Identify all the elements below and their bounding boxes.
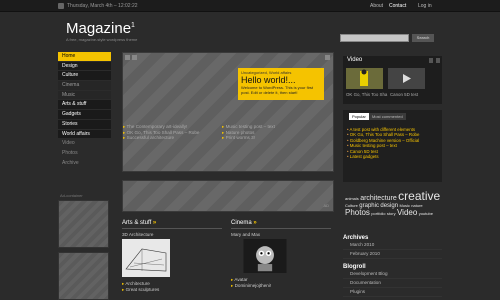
nav-item-gadgets[interactable]: Gadgets bbox=[58, 110, 111, 120]
blogroll-link[interactable]: Documentation bbox=[343, 279, 442, 288]
tag-link[interactable]: architecture bbox=[360, 195, 397, 202]
tag-link[interactable]: story bbox=[387, 211, 396, 216]
tag-link[interactable]: design bbox=[380, 203, 398, 209]
tag-link[interactable]: Music bbox=[399, 203, 409, 208]
recent-links-left: ▸ The Contemporary art-ideally! ▸ OK Go,… bbox=[123, 124, 199, 141]
nav-item-world-affairs[interactable]: World affairs bbox=[58, 129, 111, 140]
prev-arrow-icon[interactable] bbox=[429, 58, 433, 63]
section-title[interactable]: Arts & stuff » bbox=[122, 220, 222, 229]
video-caption[interactable]: Canon 5D test bbox=[390, 92, 418, 97]
recent-links-right: ▸ Music testing post – text ▸ Nature pho… bbox=[222, 124, 275, 141]
featured-post-card[interactable]: Uncategorized, World affairs Hello world… bbox=[238, 68, 324, 100]
blogroll-widget: Blogroll Development Blog Documentation … bbox=[343, 264, 442, 297]
blogroll-link[interactable]: Plugins bbox=[343, 288, 442, 297]
tag-link[interactable]: creative bbox=[398, 189, 440, 203]
search-input[interactable] bbox=[340, 34, 409, 42]
nav-item-culture[interactable]: Culture bbox=[58, 71, 111, 82]
archives-widget: Archives March 2010 February 2010 bbox=[343, 235, 442, 259]
tag-link[interactable]: Culture bbox=[345, 203, 358, 208]
section-list: ▸ Avatar ▸ Dominimejojtheni! bbox=[231, 277, 331, 288]
top-bar: Thursday, March 4th – 12:02:22 About Con… bbox=[0, 0, 500, 12]
tag-link[interactable]: Photos bbox=[345, 208, 370, 217]
next-arrow-icon[interactable] bbox=[436, 58, 440, 63]
section-post-title[interactable]: 3D Architecture bbox=[122, 232, 222, 237]
list-item[interactable]: ▸ Dominimejojtheni! bbox=[231, 283, 331, 289]
ad-label: Ad-container bbox=[60, 193, 83, 198]
post-excerpt: Welcome to WordPress. This is your first… bbox=[241, 85, 314, 95]
section-list: ▸ Architecture ▸ Great sculptures bbox=[122, 281, 222, 292]
video-caption[interactable]: OK Go, This Too Sha bbox=[346, 92, 387, 97]
post-title[interactable]: Hello world!... bbox=[241, 75, 321, 85]
section-cinema: Cinema » Mary and Max ▸ Avatar ▸ Dominim… bbox=[231, 220, 331, 288]
video-widget-title: Video bbox=[347, 57, 363, 63]
slider-thumb[interactable] bbox=[125, 55, 130, 60]
slider-next[interactable] bbox=[325, 55, 330, 60]
tag-link[interactable]: youtube bbox=[419, 211, 433, 216]
nav-item-cinema[interactable]: Cinema bbox=[58, 81, 111, 91]
site-title[interactable]: Magazine1 bbox=[66, 20, 135, 37]
section-title[interactable]: Cinema » bbox=[231, 220, 331, 229]
nav-item-arts[interactable]: Arts & stuff bbox=[58, 100, 111, 111]
date-time: Thursday, March 4th – 12:02:22 bbox=[67, 3, 138, 9]
archive-link[interactable]: March 2010 bbox=[343, 241, 442, 250]
topnav-login[interactable]: Log in bbox=[418, 3, 432, 9]
tab-popular[interactable]: Popular bbox=[349, 113, 369, 120]
tag-cloud: animals architecture creative Culture gr… bbox=[345, 190, 443, 228]
list-item[interactable]: ▸ Great sculptures bbox=[122, 287, 222, 293]
video-thumbnail[interactable] bbox=[388, 68, 425, 89]
slider-thumb[interactable] bbox=[132, 55, 137, 60]
ad-banner[interactable] bbox=[58, 252, 109, 300]
ad-strip[interactable]: AD bbox=[122, 180, 334, 212]
ad-banner[interactable] bbox=[58, 200, 109, 248]
architecture-drawing[interactable] bbox=[122, 239, 170, 277]
section-arts: Arts & stuff » 3D Architecture ▸ Archite… bbox=[122, 220, 222, 292]
nav-item-music[interactable]: Music bbox=[58, 90, 111, 101]
tag-link[interactable]: Video bbox=[397, 208, 417, 217]
section-post-title[interactable]: Mary and Max bbox=[231, 232, 331, 237]
nav-item-video[interactable]: Video bbox=[58, 139, 111, 149]
ad-strip-label: AD bbox=[323, 203, 329, 208]
archive-link[interactable]: February 2010 bbox=[343, 250, 442, 259]
tag-link[interactable]: portfolio bbox=[371, 211, 385, 216]
list-item[interactable]: • Latest gadgets bbox=[347, 154, 419, 159]
site-tagline: A free, magazine-style wordpress theme bbox=[66, 37, 138, 42]
nav-item-design[interactable]: Design bbox=[58, 61, 111, 72]
topnav-contact[interactable]: Contact bbox=[389, 3, 406, 9]
nav-item-stories[interactable]: Stories bbox=[58, 119, 111, 130]
link-item[interactable]: ▸ Print worms 3! bbox=[222, 135, 275, 141]
tag-link[interactable]: animals bbox=[345, 196, 359, 201]
tab-post-list: • A test post with different elements • … bbox=[347, 127, 419, 159]
link-item[interactable]: ▸ Successful architecture bbox=[123, 135, 199, 141]
movie-still[interactable] bbox=[231, 239, 299, 273]
tab-most-commented[interactable]: Most commented bbox=[369, 113, 406, 120]
blogroll-link[interactable]: Development Blog bbox=[343, 270, 442, 279]
rss-icon[interactable] bbox=[58, 3, 64, 9]
search-button[interactable]: Search bbox=[412, 34, 434, 42]
tag-link[interactable]: nature bbox=[411, 203, 422, 208]
nav-item-home[interactable]: Home bbox=[58, 52, 111, 62]
nav-item-photos[interactable]: Photos bbox=[58, 149, 111, 159]
video-thumbnail[interactable] bbox=[346, 68, 383, 89]
category-nav: Home Design Culture Cinema Music Arts & … bbox=[58, 52, 111, 169]
nav-item-archive[interactable]: Archive bbox=[58, 159, 111, 169]
topnav-about[interactable]: About bbox=[370, 3, 383, 9]
